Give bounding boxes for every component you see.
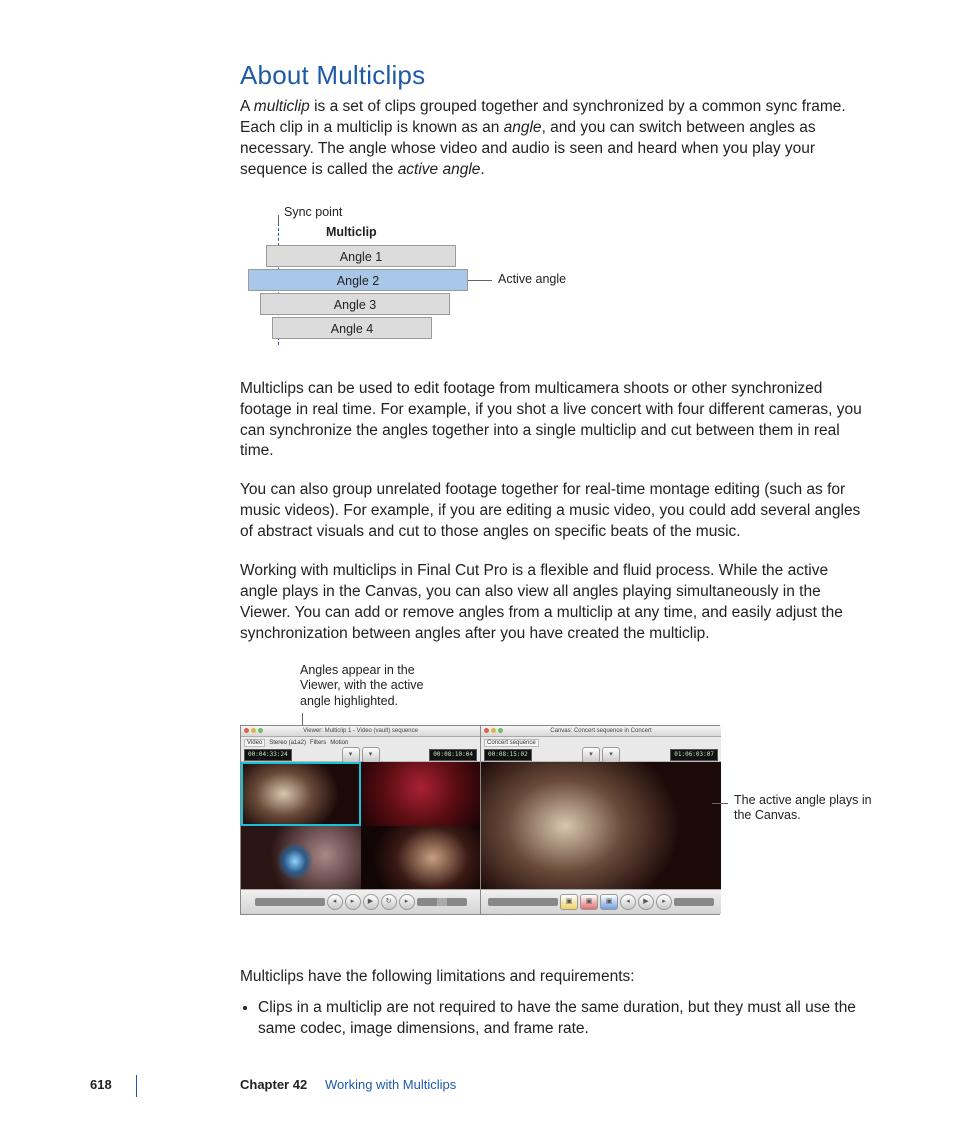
- shuttle-slider[interactable]: [255, 898, 325, 906]
- shuttle-slider[interactable]: [488, 898, 558, 906]
- jog-slider[interactable]: [417, 898, 467, 906]
- page-footer: 618 Chapter 42 Working with Multiclips: [0, 1077, 954, 1101]
- viewer-canvas-figure: Angles appear in the Viewer, with the ac…: [240, 663, 864, 943]
- requirements-list: Clips in a multiclip are not required to…: [240, 998, 864, 1040]
- viewer-title: Viewer: Multiclip 1 - Video (vault) sequ…: [241, 726, 480, 736]
- canvas-timecode-right[interactable]: 01:06:03:07: [670, 749, 718, 761]
- canvas-title: Canvas: Concert sequence in Concert: [481, 726, 721, 736]
- zoom-icon[interactable]: [258, 728, 263, 733]
- canvas-transport: ▣ ▣ ▣ ◂ ▶ ▸: [481, 889, 721, 914]
- tab-video[interactable]: Video: [244, 739, 265, 747]
- active-angle-callout: Active angle: [498, 272, 566, 286]
- paragraph: Working with multiclips in Final Cut Pro…: [240, 561, 864, 645]
- overwrite-button[interactable]: ▣: [580, 894, 598, 910]
- paragraph-intro: A multiclip is a set of clips grouped to…: [240, 97, 864, 181]
- chapter-number: Chapter 42: [240, 1077, 307, 1092]
- tab-motion[interactable]: Motion: [330, 740, 348, 746]
- canvas-pane: Canvas: Concert sequence in Concert Conc…: [481, 726, 721, 914]
- tab-sequence[interactable]: Concert sequence: [484, 739, 539, 747]
- angle-thumbnail-2[interactable]: [361, 762, 481, 826]
- angle-3-track: Angle 3: [260, 293, 450, 315]
- minimize-icon[interactable]: [491, 728, 496, 733]
- paragraph: Multiclips can be used to edit footage f…: [240, 379, 864, 463]
- figure-caption-left: Angles appear in the Viewer, with the ac…: [300, 663, 450, 710]
- angle-2-track-active: Angle 2: [248, 269, 468, 291]
- canvas-active-angle-image: [481, 762, 721, 890]
- canvas-titlebar: Canvas: Concert sequence in Concert: [481, 726, 721, 737]
- viewer-timecode-right[interactable]: 00:08:10:04: [429, 749, 477, 761]
- prev-edit-button[interactable]: ◂: [327, 894, 343, 910]
- angle-2-image: [361, 762, 481, 826]
- term-multiclip: multiclip: [254, 98, 310, 115]
- figure-caption-right: The active angle plays in the Canvas.: [734, 793, 874, 824]
- tab-stereo[interactable]: Stereo (a1a2): [269, 740, 306, 746]
- app-screenshot: Viewer: Multiclip 1 - Video (vault) sequ…: [240, 725, 720, 915]
- play-in-out-button[interactable]: ▸: [345, 894, 361, 910]
- viewer-video-grid: [241, 762, 480, 890]
- replace-button[interactable]: ▣: [600, 894, 618, 910]
- callout-line: [468, 280, 492, 281]
- angle-thumbnail-4[interactable]: [361, 826, 481, 890]
- viewer-toolbar: 00:04:33:24 ▾ ▾ 00:08:10:04: [241, 750, 480, 762]
- paragraph: You can also group unrelated footage tog…: [240, 480, 864, 543]
- canvas-timecode-left[interactable]: 00:08:15:02: [484, 749, 532, 761]
- callout-line: [712, 803, 728, 804]
- angle-4-track: Angle 4: [272, 317, 432, 339]
- angle-thumbnail-1[interactable]: [241, 762, 361, 826]
- footer-rule: [136, 1075, 137, 1097]
- viewer-timecode-left[interactable]: 00:04:33:24: [244, 749, 292, 761]
- angle-thumbnail-3[interactable]: [241, 826, 361, 890]
- close-icon[interactable]: [244, 728, 249, 733]
- term-active-angle: active angle: [398, 161, 481, 178]
- text: .: [480, 161, 484, 178]
- angle-1-image-active: [241, 762, 361, 826]
- tab-filters[interactable]: Filters: [310, 740, 326, 746]
- sync-tick-icon: [278, 215, 279, 223]
- angle-4-image: [361, 826, 481, 890]
- multiclip-diagram: Sync point Multiclip Angle 1 Angle 2 Ang…: [240, 199, 864, 359]
- angle-3-image: [241, 826, 361, 890]
- play-button[interactable]: ▶: [638, 894, 654, 910]
- text: A: [240, 98, 254, 115]
- minimize-icon[interactable]: [251, 728, 256, 733]
- paragraph: Multiclips have the following limitation…: [240, 967, 864, 988]
- prev-edit-button[interactable]: ◂: [620, 894, 636, 910]
- angle-1-track: Angle 1: [266, 245, 456, 267]
- chapter-title: Working with Multiclips: [325, 1077, 456, 1092]
- section-heading: About Multiclips: [240, 60, 864, 91]
- jog-slider[interactable]: [674, 898, 714, 906]
- viewer-pane: Viewer: Multiclip 1 - Video (vault) sequ…: [241, 726, 481, 914]
- play-button[interactable]: ▶: [363, 894, 379, 910]
- next-edit-button[interactable]: ▸: [656, 894, 672, 910]
- term-angle: angle: [504, 119, 542, 136]
- canvas-video: [481, 762, 721, 890]
- close-icon[interactable]: [484, 728, 489, 733]
- viewer-titlebar: Viewer: Multiclip 1 - Video (vault) sequ…: [241, 726, 480, 737]
- insert-button[interactable]: ▣: [560, 894, 578, 910]
- sync-point-label: Sync point: [284, 205, 342, 219]
- zoom-icon[interactable]: [498, 728, 503, 733]
- page-number: 618: [90, 1077, 112, 1092]
- list-item: Clips in a multiclip are not required to…: [258, 998, 864, 1040]
- multiclip-title-label: Multiclip: [326, 225, 377, 239]
- next-edit-button[interactable]: ▸: [399, 894, 415, 910]
- viewer-transport: ◂ ▸ ▶ ↻ ▸: [241, 889, 480, 914]
- canvas-toolbar: 00:08:15:02 ▾ ▾ 01:06:03:07: [481, 750, 721, 762]
- play-around-button[interactable]: ↻: [381, 894, 397, 910]
